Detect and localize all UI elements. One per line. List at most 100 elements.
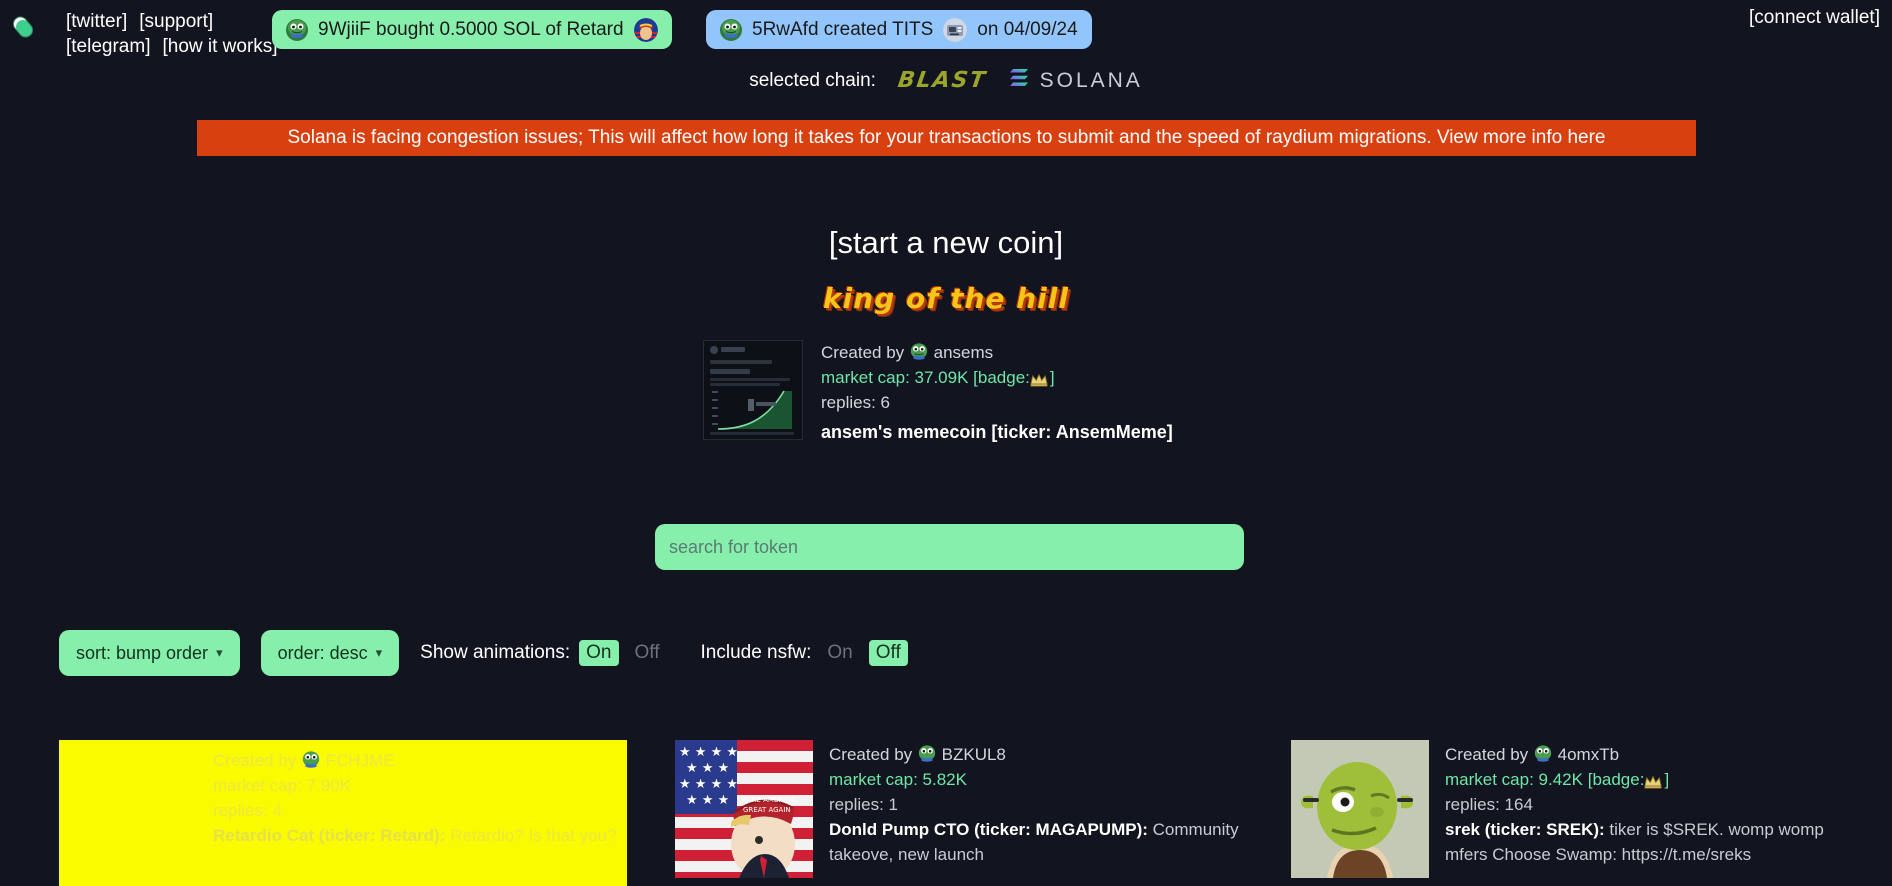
coin-description: Retardio? Is that you?: [450, 826, 617, 845]
coin-name-ticker: srek (ticker: SREK):: [1445, 820, 1605, 839]
chain-option-solana[interactable]: SOLANA: [1009, 68, 1143, 93]
sort-select[interactable]: sort: bump order ▾: [59, 630, 240, 676]
include-nsfw-toggle: Include nsfw: On Off: [701, 640, 908, 666]
coin-replies-row: replies: 1: [829, 792, 1243, 817]
chain-selector: selected chain: BLAST SOLANA: [0, 68, 1892, 93]
king-coin-replies: 6: [880, 393, 891, 412]
coin-marketcap-row: market cap: 9.42K [badge: ]: [1445, 767, 1859, 792]
pepe-avatar-icon: [720, 18, 742, 41]
svg-text:★ ★ ★ ★: ★ ★ ★ ★: [679, 745, 738, 760]
coin-card-text: Created by FCHJME market cap: 7.90K repl…: [213, 746, 616, 848]
solana-label: SOLANA: [1039, 68, 1143, 92]
coin-creator[interactable]: FCHJME: [326, 751, 395, 770]
show-animations-label: Show animations:: [420, 642, 571, 663]
trump-flag-icon: ★ ★ ★ ★ ★ ★ ★ ★ ★ ★ ★ ★ ★ ★ MAKE AMERICA G…: [675, 740, 813, 878]
order-select-label: order: desc: [277, 642, 368, 663]
coin-description-row: srek (ticker: SREK): tiker is $SREK. wom…: [1445, 817, 1859, 867]
coin-card[interactable]: Created by 4omxTb market cap: 9.42K [bad…: [1291, 740, 1859, 886]
nav-link-support[interactable]: [support]: [139, 9, 213, 34]
show-animations-on[interactable]: On: [579, 640, 619, 666]
coin-name-ticker: Retardio Cat (ticker: Retard):: [213, 826, 446, 845]
chevron-down-icon: ▾: [216, 645, 223, 660]
created-by-label: Created by: [821, 343, 905, 362]
coin-replies: 4: [272, 801, 283, 820]
coin-card[interactable]: ★ ★ ★ ★ ★ ★ ★ ★ ★ ★ ★ ★ ★ ★ MAKE AMERICA G…: [675, 740, 1243, 886]
king-coin-creator[interactable]: ansems: [934, 343, 994, 362]
svg-text:MAKE AMERICA: MAKE AMERICA: [741, 796, 795, 804]
market-cap-label: market cap:: [1445, 770, 1534, 789]
nav-link-twitter[interactable]: [twitter]: [66, 9, 127, 34]
coin-grid: Created by FCHJME market cap: 7.90K repl…: [59, 740, 1859, 886]
show-animations-off[interactable]: Off: [628, 640, 667, 666]
coin-description-row: Donld Pump CTO (ticker: MAGAPUMP): Commu…: [829, 817, 1243, 867]
coin-card-text: Created by BZKUL8 market cap: 5.82K repl…: [829, 740, 1243, 867]
toast-create-notification[interactable]: 5RwAfd created TITS on 04/09/24: [706, 10, 1092, 49]
show-animations-toggle: Show animations: On Off: [420, 640, 666, 666]
replies-label: replies:: [821, 393, 876, 412]
king-of-the-hill-title: king of the hill: [823, 282, 1069, 315]
replies-label: replies:: [213, 801, 268, 820]
coin-created-by-row: Created by 4omxTb: [1445, 742, 1859, 767]
sort-select-label: sort: bump order: [76, 642, 209, 663]
king-coin-market-cap: 37.09K: [914, 368, 969, 387]
pepe-avatar-icon: [301, 750, 321, 770]
include-nsfw-on[interactable]: On: [820, 640, 859, 666]
coin-creator[interactable]: 4omxTb: [1558, 745, 1619, 764]
connect-wallet-button[interactable]: [connect wallet]: [1749, 7, 1880, 29]
toast-buy-text: 9WjiiF bought 0.5000 SOL of Retard: [318, 18, 624, 40]
include-nsfw-off[interactable]: Off: [868, 640, 908, 666]
market-cap-label: market cap:: [213, 776, 302, 795]
coin-replies: 164: [1504, 795, 1533, 814]
toast-buy-notification[interactable]: 9WjiiF bought 0.5000 SOL of Retard: [272, 10, 672, 49]
pepe-avatar-icon: [917, 744, 937, 764]
svg-text:★ ★ ★: ★ ★ ★: [686, 761, 729, 776]
coin-creator[interactable]: BZKUL8: [942, 745, 1006, 764]
king-of-the-hill-header: king of the hill: [0, 282, 1892, 315]
toast-create-text: 5RwAfd created TITS: [752, 18, 934, 40]
crown-icon: [1030, 369, 1050, 389]
svg-text:★ ★ ★ ★: ★ ★ ★ ★: [679, 777, 738, 792]
search-input[interactable]: [655, 524, 1244, 570]
pepe-avatar-icon: [286, 18, 308, 41]
king-coin-marketcap-row: market cap: 37.09K [badge: ]: [821, 365, 1173, 390]
created-by-label: Created by: [829, 745, 913, 764]
start-a-new-coin-button[interactable]: [start a new coin]: [0, 225, 1892, 261]
coin-market-cap: 9.42K: [1538, 770, 1583, 789]
coin-description-row: Retardio Cat (ticker: Retard): Retardio?…: [213, 823, 616, 848]
congestion-alert-banner[interactable]: Solana is facing congestion issues; This…: [197, 120, 1696, 156]
coin-replies-row: replies: 4: [213, 798, 616, 823]
king-coin-meta: Created by ansems market cap: 37.09K [ba…: [821, 340, 1173, 445]
badge-close-label: ]: [1049, 368, 1055, 387]
market-cap-label: market cap:: [821, 368, 910, 387]
badge-open-label: [badge:: [973, 368, 1030, 387]
chain-option-blast[interactable]: BLAST: [896, 68, 988, 93]
svg-text:GREAT AGAIN: GREAT AGAIN: [743, 806, 791, 814]
solana-logo-icon: [1009, 68, 1031, 93]
coin-marketcap-row: market cap: 5.82K: [829, 767, 1243, 792]
filter-toolbar: sort: bump order ▾ order: desc ▾ Show an…: [59, 630, 942, 676]
created-by-label: Created by: [213, 751, 297, 770]
search-bar: [655, 524, 1244, 570]
created-by-label: Created by: [1445, 745, 1529, 764]
coin-marketcap-row: market cap: 7.90K: [213, 773, 616, 798]
nav-link-telegram[interactable]: [telegram]: [66, 34, 150, 59]
coin-market-cap: 5.82K: [922, 770, 967, 789]
toast-create-date: on 04/09/24: [977, 18, 1078, 40]
replies-label: replies:: [1445, 795, 1500, 814]
king-of-the-hill-coin-card[interactable]: Created by ansems market cap: 37.09K [ba…: [703, 340, 1173, 445]
coin-market-cap: 7.90K: [306, 776, 351, 795]
king-coin-replies-row: replies: 6: [821, 390, 1173, 415]
crown-icon: [1644, 771, 1664, 791]
chain-selector-label: selected chain:: [749, 69, 876, 91]
chart-thumbnail-icon: [703, 340, 803, 440]
coin-card[interactable]: Created by FCHJME market cap: 7.90K repl…: [59, 740, 627, 886]
svg-text:★ ★ ★: ★ ★ ★: [686, 793, 729, 808]
coin-created-by-row: Created by BZKUL8: [829, 742, 1243, 767]
order-select[interactable]: order: desc ▾: [260, 630, 400, 676]
coin-replies: 1: [888, 795, 899, 814]
pill-logo-icon[interactable]: [10, 14, 36, 40]
coin-replies-row: replies: 164: [1445, 792, 1859, 817]
king-coin-title[interactable]: ansem's memecoin [ticker: AnsemMeme]: [821, 420, 1173, 445]
coin-created-by-row: Created by FCHJME: [213, 748, 616, 773]
nav-link-how-it-works[interactable]: [how it works]: [162, 34, 277, 59]
